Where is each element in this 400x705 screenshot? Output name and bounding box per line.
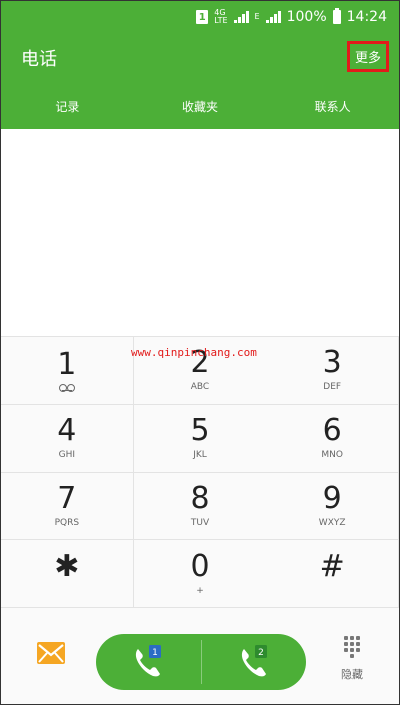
tab-contacts[interactable]: 联系人: [266, 98, 399, 115]
tab-bar: 记录 收藏夹 联系人: [1, 98, 399, 115]
status-bar: 1 4G LTE E 100% 14:24: [1, 1, 399, 33]
hide-label: 隐藏: [341, 668, 363, 681]
phone-app-screen: 1 4G LTE E 100% 14:24 电话 更多 记录 收藏夹 联系人 w…: [0, 0, 400, 705]
network-e-label: E: [254, 12, 260, 21]
svg-text:1: 1: [152, 648, 158, 658]
sim-slot-icon: 1: [196, 10, 209, 24]
number-display[interactable]: [1, 129, 399, 336]
battery-icon: [332, 8, 341, 24]
status-time: 14:24: [346, 9, 387, 25]
dialpad-icon: [344, 636, 360, 658]
message-button[interactable]: [37, 642, 65, 664]
key-1[interactable]: 1: [1, 337, 134, 405]
signal-icon: [233, 11, 249, 23]
svg-text:2: 2: [258, 648, 264, 658]
message-icon: [37, 642, 65, 664]
more-button[interactable]: 更多: [346, 41, 389, 72]
key-3[interactable]: 3 DEF: [266, 337, 399, 405]
key-0[interactable]: 0 +: [133, 540, 267, 608]
key-8[interactable]: 8 TUV: [133, 473, 267, 541]
battery-percent: 100%: [286, 9, 327, 25]
tab-logs[interactable]: 记录: [1, 98, 134, 115]
key-7[interactable]: 7 PQRS: [1, 472, 134, 541]
signal-icon-2: [265, 11, 281, 23]
tab-favorites[interactable]: 收藏夹: [134, 98, 267, 115]
dialpad: www.qinpinchang.com 1 2 ABC 3 DEF 4 GHI …: [1, 336, 399, 608]
watermark: www.qinpinchang.com: [131, 346, 257, 359]
bottom-bar: 1 2 隐藏: [1, 608, 399, 704]
call-sim2-button[interactable]: 2: [202, 634, 307, 690]
key-9[interactable]: 9 WXYZ: [266, 472, 399, 541]
hide-dialpad-button[interactable]: 隐藏: [341, 636, 363, 682]
key-5[interactable]: 5 JKL: [133, 405, 267, 473]
phone-sim1-icon: 1: [136, 645, 162, 677]
call-sim1-button[interactable]: 1: [96, 634, 201, 690]
key-4[interactable]: 4 GHI: [1, 404, 134, 473]
app-bar: 电话 更多 记录 收藏夹 联系人: [1, 33, 399, 129]
key-6[interactable]: 6 MNO: [266, 404, 399, 473]
network-type: 4G LTE: [214, 8, 228, 25]
page-title: 电话: [21, 49, 57, 70]
key-star[interactable]: ✱: [1, 540, 134, 608]
phone-sim2-icon: 2: [241, 645, 267, 677]
voicemail-icon: [58, 383, 75, 392]
call-buttons: 1 2: [96, 634, 306, 690]
key-hash[interactable]: #: [266, 540, 399, 608]
